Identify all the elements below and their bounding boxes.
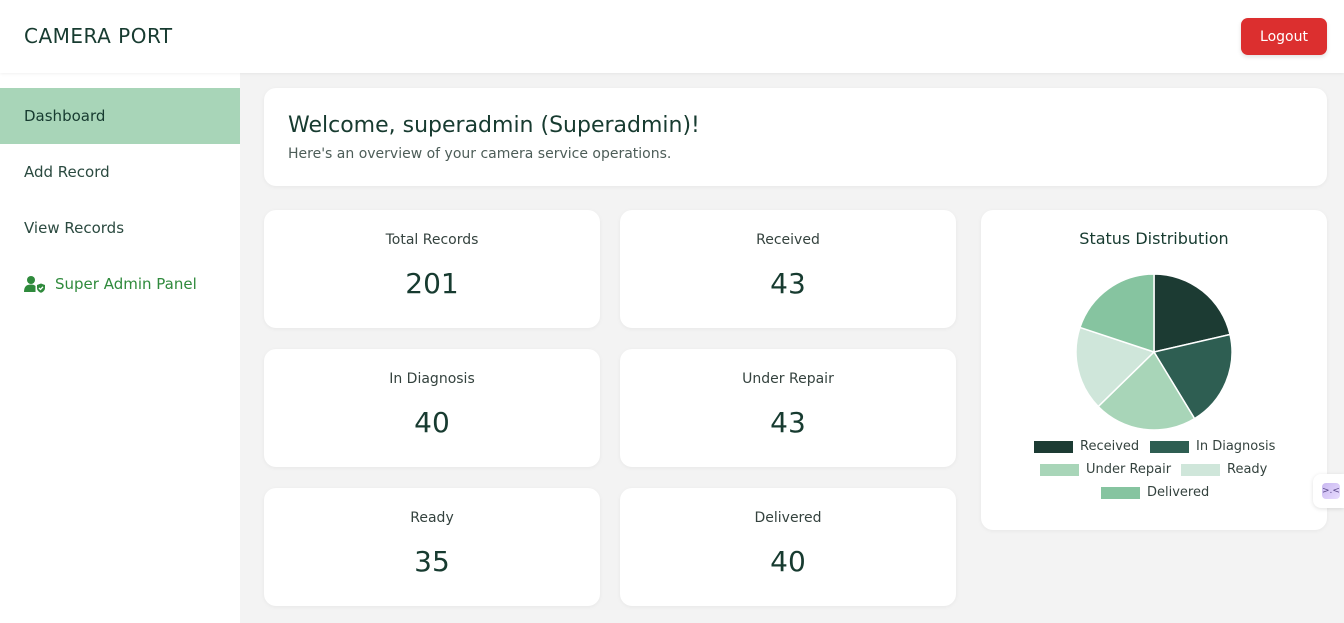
sidebar-item-super-admin-panel[interactable]: Super Admin Panel — [0, 256, 240, 312]
stat-card-delivered: Delivered 40 — [620, 488, 956, 606]
legend-swatch — [1101, 486, 1140, 499]
stat-value: 35 — [414, 545, 450, 578]
stat-value: 40 — [770, 545, 806, 578]
pie-chart — [1075, 273, 1233, 431]
welcome-card: Welcome, superadmin (Superadmin)! Here's… — [264, 88, 1327, 186]
stat-value: 43 — [770, 267, 806, 300]
top-bar: CAMERA PORT Logout — [0, 0, 1344, 73]
sidebar-item-label: Add Record — [24, 163, 110, 181]
status-distribution-card: Status Distribution Received In Diagnosi… — [981, 210, 1327, 530]
welcome-title: Welcome, superadmin (Superadmin)! — [288, 113, 700, 138]
legend-label: Delivered — [1147, 485, 1210, 500]
stat-label: Under Repair — [742, 371, 834, 387]
app-title: CAMERA PORT — [24, 24, 173, 48]
legend-item-received[interactable]: Received — [1034, 439, 1139, 454]
stat-card-under-repair: Under Repair 43 — [620, 349, 956, 467]
legend-label: Under Repair — [1086, 462, 1172, 477]
legend-item-delivered[interactable]: Delivered — [1101, 485, 1209, 500]
legend-label: In Diagnosis — [1196, 439, 1276, 454]
sidebar-item-dashboard[interactable]: Dashboard — [0, 88, 240, 144]
sidebar: Dashboard Add Record View Records Super … — [0, 73, 240, 623]
stat-card-received: Received 43 — [620, 210, 956, 328]
sidebar-item-view-records[interactable]: View Records — [0, 200, 240, 256]
sidebar-item-label: Super Admin Panel — [55, 275, 197, 293]
floating-widget-tab[interactable]: >.< — [1313, 474, 1344, 508]
legend-swatch — [1181, 463, 1220, 476]
stat-label: Received — [756, 232, 820, 248]
legend-swatch — [1040, 463, 1079, 476]
stat-card-ready: Ready 35 — [264, 488, 600, 606]
legend-item-ready[interactable]: Ready — [1181, 462, 1267, 477]
legend-swatch — [1150, 440, 1189, 453]
stat-value: 40 — [414, 406, 450, 439]
logout-button[interactable]: Logout — [1241, 18, 1327, 55]
stat-label: Ready — [410, 510, 454, 526]
assistant-icon: >.< — [1322, 483, 1340, 499]
legend-label: Ready — [1227, 462, 1268, 477]
user-shield-icon — [24, 276, 45, 293]
stat-card-total-records: Total Records 201 — [264, 210, 600, 328]
stat-label: Total Records — [385, 232, 479, 248]
sidebar-item-add-record[interactable]: Add Record — [0, 144, 240, 200]
legend-item-under-repair[interactable]: Under Repair — [1040, 462, 1171, 477]
stat-value: 201 — [405, 267, 459, 300]
stat-label: Delivered — [754, 510, 822, 526]
welcome-subtitle: Here's an overview of your camera servic… — [288, 146, 672, 162]
stat-label: In Diagnosis — [389, 371, 475, 387]
sidebar-item-label: Dashboard — [24, 107, 106, 125]
sidebar-item-label: View Records — [24, 219, 125, 237]
stat-card-in-diagnosis: In Diagnosis 40 — [264, 349, 600, 467]
legend-swatch — [1034, 440, 1073, 453]
stat-value: 43 — [770, 406, 806, 439]
legend-label: Received — [1080, 439, 1140, 454]
legend-item-in-diagnosis[interactable]: In Diagnosis — [1150, 439, 1275, 454]
